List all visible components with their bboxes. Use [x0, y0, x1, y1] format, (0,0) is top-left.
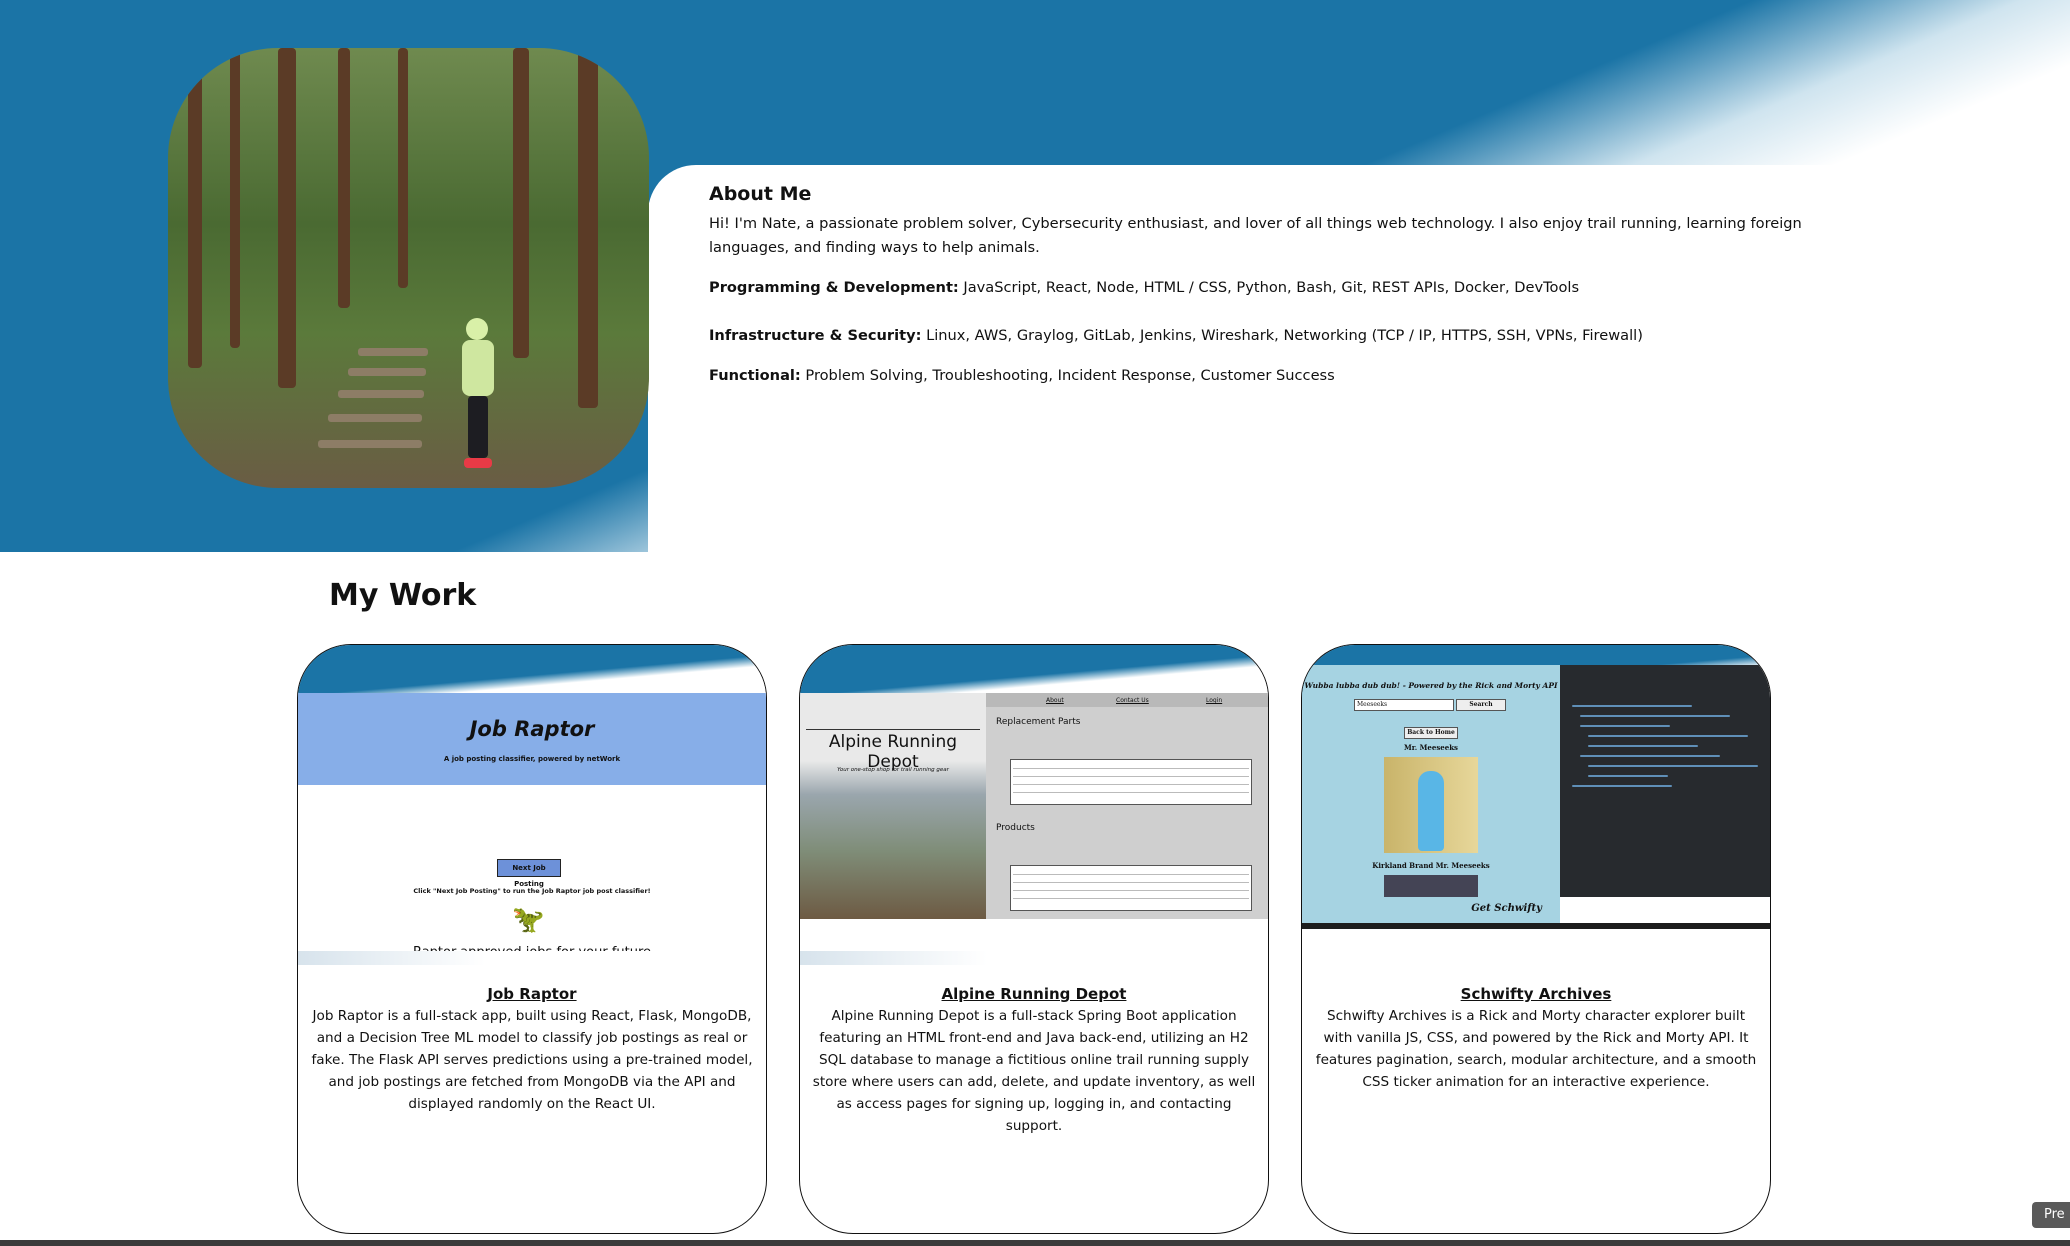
- skill-infrastructure: Infrastructure & Security: Linux, AWS, G…: [709, 327, 1643, 344]
- corner-button[interactable]: Pre: [2032, 1202, 2070, 1228]
- ar-subtitle: Your one-stop shop for trail running gea…: [837, 767, 949, 773]
- kirkland-meeseeks-image: [1384, 875, 1478, 897]
- sw-back-button: Back to Home: [1404, 727, 1458, 739]
- project-description: Schwifty Archives is a Rick and Morty ch…: [1315, 1008, 1757, 1090]
- project-info: Alpine Running Depot Alpine Running Depo…: [810, 983, 1258, 1137]
- about-section: About Me Hi! I'm Nate, a passionate prob…: [709, 182, 1829, 388]
- skill-programming: Programming & Development: JavaScript, R…: [709, 279, 1580, 296]
- ar-nav: About Contact Us Login: [986, 693, 1268, 707]
- hiker-figure: [458, 318, 498, 478]
- next-job-posting-button: Next Job Posting: [497, 859, 561, 888]
- sw-ticker: Get Schwifty: [1471, 903, 1542, 914]
- about-heading: About Me: [709, 183, 812, 205]
- sw-search-input: Meeseeks: [1354, 699, 1454, 711]
- profile-photo: [168, 48, 649, 488]
- project-card-alpine-running-depot[interactable]: Alpine Running Depot Your one-stop shop …: [799, 644, 1269, 1234]
- project-description: Alpine Running Depot is a full-stack Spr…: [812, 1008, 1256, 1134]
- ar-section-replacement: Replacement Parts: [996, 717, 1081, 727]
- window-bottom-edge: [0, 1240, 2070, 1246]
- project-thumbnail: Job Raptor A job posting classifier, pow…: [298, 645, 766, 985]
- my-work-heading: My Work: [329, 578, 477, 613]
- project-title-link[interactable]: Schwifty Archives: [1312, 983, 1760, 1005]
- project-description: Job Raptor is a full-stack app, built us…: [311, 1008, 753, 1112]
- alpine-screenshot[interactable]: Alpine Running Depot Your one-stop shop …: [800, 693, 1268, 919]
- project-card-schwifty-archives[interactable]: Wubba lubba dub dub! - Powered by the Ri…: [1301, 644, 1771, 1234]
- ar-section-products: Products: [996, 823, 1035, 833]
- project-card-job-raptor[interactable]: Job Raptor A job posting classifier, pow…: [297, 644, 767, 1234]
- sw-character-2: Kirkland Brand Mr. Meeseeks: [1372, 861, 1490, 870]
- jr-app-title: Job Raptor: [469, 717, 595, 741]
- ar-app-title: Alpine Running Depot: [806, 729, 980, 772]
- sw-character-1: Mr. Meeseeks: [1404, 743, 1458, 752]
- project-info: Schwifty Archives Schwifty Archives is a…: [1312, 983, 1760, 1093]
- schwifty-screenshot[interactable]: Wubba lubba dub dub! - Powered by the Ri…: [1302, 665, 1770, 935]
- project-thumbnail: Wubba lubba dub dub! - Powered by the Ri…: [1302, 645, 1770, 967]
- sw-header: Wubba lubba dub dub! - Powered by the Ri…: [1304, 681, 1558, 690]
- sw-search-button: Search: [1456, 699, 1506, 711]
- job-raptor-screenshot[interactable]: Job Raptor A job posting classifier, pow…: [298, 693, 766, 985]
- jr-subtitle: A job posting classifier, powered by net…: [443, 755, 621, 763]
- project-info: Job Raptor Job Raptor is a full-stack ap…: [308, 983, 756, 1115]
- jr-hint: Click "Next Job Posting" to run the Job …: [413, 887, 651, 895]
- project-title-link[interactable]: Alpine Running Depot: [810, 983, 1258, 1005]
- dinosaur-icon: 🦖: [512, 905, 545, 935]
- skill-functional: Functional: Problem Solving, Troubleshoo…: [709, 367, 1335, 384]
- devtools-panel: [1560, 665, 1770, 897]
- project-thumbnail: Alpine Running Depot Your one-stop shop …: [800, 645, 1268, 967]
- meeseeks-image: [1384, 757, 1478, 853]
- about-intro: Hi! I'm Nate, a passionate problem solve…: [709, 215, 1802, 256]
- project-title-link[interactable]: Job Raptor: [308, 983, 756, 1005]
